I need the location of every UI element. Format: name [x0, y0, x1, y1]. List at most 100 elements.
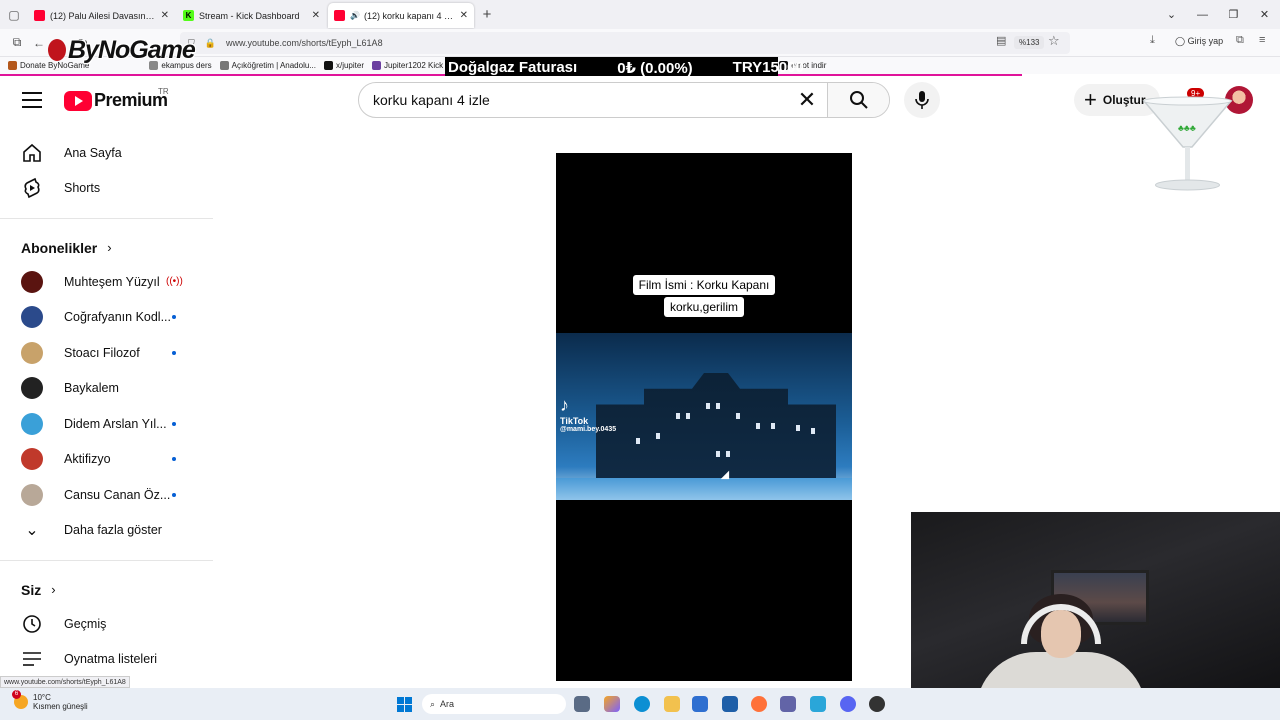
tab-overview-icon[interactable]: ▢	[0, 0, 28, 29]
edge-icon[interactable]	[634, 696, 650, 712]
tab-list-icon[interactable]: ⌄	[1156, 8, 1187, 21]
guide-menu-icon[interactable]	[22, 92, 42, 108]
shorts-video-player[interactable]: Film İsmi : Korku Kapanı korku,gerilim ♪…	[556, 153, 852, 681]
sign-in-label: Giriş yap	[1187, 36, 1224, 46]
search-button[interactable]	[827, 83, 889, 117]
subscription-item[interactable]: Coğrafyanın Kodl...	[0, 300, 215, 336]
section-title: Abonelikler	[21, 239, 98, 256]
caption-line: korku,gerilim	[663, 297, 744, 317]
obs-icon[interactable]	[869, 696, 885, 712]
new-tab-button[interactable]: +	[476, 6, 498, 23]
show-more-button[interactable]: ⌄ Daha fazla göster	[0, 513, 215, 549]
zoom-level[interactable]: %133	[1014, 36, 1045, 49]
browser-tab[interactable]: (12) Palu Ailesi Davasındaki Son ✕	[28, 3, 175, 28]
windows-start-icon[interactable]	[397, 697, 412, 712]
subscription-item[interactable]: Didem Arslan Yıl...	[0, 406, 215, 442]
voice-search-button[interactable]	[904, 82, 940, 118]
channel-avatar	[21, 483, 43, 506]
downloads-icon[interactable]: ⤓	[1150, 34, 1155, 47]
youtube-header: Premium TR korku kapanı 4 izle ✕ + Oluştu…	[0, 76, 1280, 126]
sidebar-item-home[interactable]: Ana Sayfa	[0, 135, 215, 171]
settings-icon[interactable]	[810, 696, 826, 712]
ticker-item: TRY15000	[732, 59, 804, 76]
subscription-item[interactable]: Aktifizyo	[0, 442, 215, 478]
bookmark-item[interactable]: Açıköğretim | Anadolu...	[219, 61, 316, 70]
subscription-item[interactable]: Stoacı Filozof	[0, 335, 215, 371]
bookmark-item[interactable]: x/jupiter	[323, 61, 364, 70]
playlist-icon	[21, 648, 43, 670]
tab-title: (12) korku kapanı 4 izle - Yo	[363, 10, 455, 21]
sidebar-item-label: Ana Sayfa	[64, 145, 122, 160]
subscriptions-header[interactable]: Abonelikler ›	[0, 231, 215, 264]
url-bar[interactable]: ⛉ 🔒 www.youtube.com/shorts/tEyph_L61A8	[180, 32, 1070, 54]
channel-name: Stoacı Filozof	[64, 345, 140, 360]
url-text: www.youtube.com/shorts/tEyph_L61A8	[225, 38, 383, 48]
section-title: Siz	[21, 581, 42, 598]
new-content-dot	[172, 421, 176, 426]
menu-icon[interactable]: ≡	[1259, 34, 1265, 46]
plus-icon: +	[1084, 87, 1097, 112]
youtube-logo[interactable]: Premium	[64, 90, 168, 111]
close-tab-icon[interactable]: ✕	[161, 10, 169, 21]
minimize-icon[interactable]: —	[1187, 9, 1218, 21]
extensions-icon[interactable]: ⧉	[1236, 34, 1244, 47]
you-header[interactable]: Siz ›	[0, 573, 215, 606]
channel-name: Muhteşem Yüzyıl	[64, 274, 160, 289]
channel-avatar	[21, 270, 43, 293]
kick-icon: K	[183, 10, 194, 21]
subscription-item[interactable]: Muhteşem Yüzyıl ((•))	[0, 264, 215, 300]
subscription-item[interactable]: Baykalem	[0, 371, 215, 407]
sidebar-item-playlists[interactable]: Oynatma listeleri	[0, 642, 215, 678]
search-input[interactable]: korku kapanı 4 izle	[359, 92, 787, 108]
browser-tab-active[interactable]: 🔊 (12) korku kapanı 4 izle - Yo ✕	[328, 3, 474, 28]
bookmark-star-icon[interactable]: ☆	[1048, 33, 1060, 49]
browser-tab[interactable]: K Stream - Kick Dashboard ✕	[177, 3, 326, 28]
copilot-icon[interactable]	[604, 696, 620, 712]
channel-name: Aktifizyo	[64, 452, 111, 467]
history-icon	[21, 613, 43, 635]
channel-name: Baykalem	[64, 381, 119, 396]
weather-widget[interactable]: 6 10°C Kısmen güneşli	[12, 690, 88, 711]
sign-in-button[interactable]: ◯ Giriş yap	[1175, 36, 1223, 47]
close-tab-icon[interactable]: ✕	[312, 10, 320, 21]
audio-playing-icon[interactable]: 🔊	[350, 11, 360, 20]
search-box[interactable]: korku kapanı 4 izle ✕	[358, 82, 890, 118]
channel-avatar	[21, 377, 43, 400]
bynogame-logo: ByNoGame	[48, 36, 196, 65]
bookmark-label: x/jupiter	[335, 61, 364, 70]
store-icon[interactable]	[692, 696, 708, 712]
subscription-item[interactable]: Cansu Canan Öz...	[0, 477, 215, 513]
sidebar-item-history[interactable]: Geçmiş	[0, 606, 215, 642]
channel-name: Coğrafyanın Kodl...	[64, 310, 172, 325]
close-window-icon[interactable]: ✕	[1249, 8, 1280, 21]
task-view-icon[interactable]	[574, 696, 590, 712]
bookmark-label: Açıköğretim | Anadolu...	[231, 61, 316, 70]
taskbar-search[interactable]: ⌕ Ara	[422, 694, 566, 714]
firefox-icon[interactable]	[751, 696, 767, 712]
sidebar-item-label: Oynatma listeleri	[64, 652, 158, 667]
chevron-right-icon: ›	[107, 240, 112, 255]
youtube-icon	[334, 10, 345, 21]
link-status-bar: www.youtube.com/shorts/tEyph_L61A8	[0, 676, 130, 688]
youtube-icon	[34, 10, 45, 21]
file-explorer-icon[interactable]	[664, 696, 680, 712]
browser-tab-strip: ▢ (12) Palu Ailesi Davasındaki Son ✕ K S…	[0, 0, 1280, 29]
discord-icon[interactable]	[840, 696, 856, 712]
clear-search-icon[interactable]: ✕	[787, 87, 827, 113]
outlook-icon[interactable]	[722, 696, 738, 712]
back-icon[interactable]: ←	[28, 36, 50, 50]
lock-icon[interactable]: 🔒	[205, 38, 216, 49]
window-controls: ⌄ — ❐ ✕	[1156, 0, 1280, 29]
search-icon	[849, 91, 868, 109]
channel-avatar	[21, 341, 43, 364]
shorts-icon	[21, 177, 43, 199]
sidebar-toggle-icon[interactable]: ⧉	[6, 35, 28, 50]
teams-icon[interactable]	[780, 696, 796, 712]
close-tab-icon[interactable]: ✕	[460, 10, 468, 21]
reader-view-icon[interactable]: ▤	[996, 34, 1006, 47]
svg-text:♣♣♣: ♣♣♣	[1178, 123, 1196, 133]
widget-badge: 6	[12, 690, 21, 699]
channel-avatar	[21, 306, 43, 329]
restore-icon[interactable]: ❐	[1218, 8, 1249, 21]
sidebar-item-shorts[interactable]: Shorts	[0, 171, 215, 207]
